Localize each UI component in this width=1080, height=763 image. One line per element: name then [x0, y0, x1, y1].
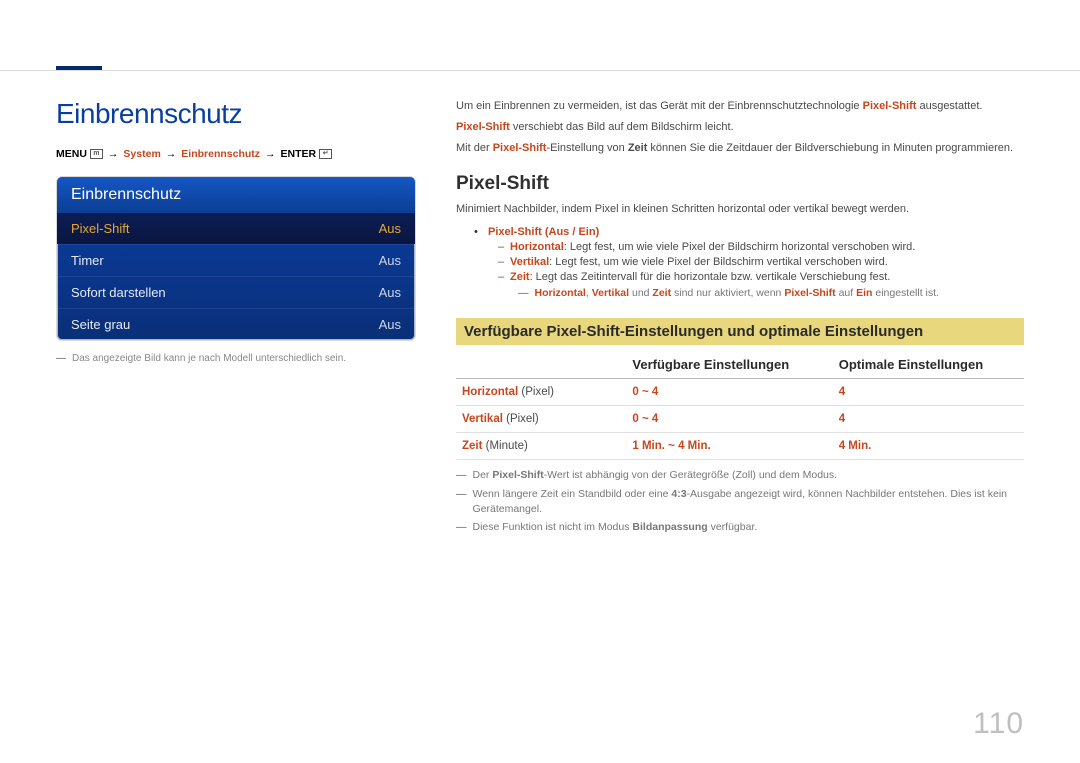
arrow-icon: → — [166, 148, 177, 160]
page-number: 110 — [973, 707, 1024, 741]
table-heading-highlight: Verfügbare Pixel-Shift-Einstellungen und… — [456, 318, 1024, 345]
menu-icon: m — [90, 149, 103, 159]
osd-footnote: ― Das angezeigte Bild kann je nach Model… — [56, 353, 416, 364]
pixel-shift-heading: Pixel-Shift — [456, 173, 1024, 195]
table-row: Horizontal (Pixel) 0 ~ 4 4 — [456, 379, 1024, 406]
osd-row-seite-grau[interactable]: Seite grau Aus — [57, 308, 415, 340]
osd-row-timer[interactable]: Timer Aus — [57, 244, 415, 276]
table-row: Zeit (Minute) 1 Min. ~ 4 Min. 4 Min. — [456, 433, 1024, 460]
header-tab — [56, 66, 102, 70]
sub-zeit: Zeit: Legt das Zeitintervall für die hor… — [498, 271, 1024, 283]
breadcrumb-menu: MENU — [56, 148, 87, 160]
breadcrumb: MENU m → System → Einbrennschutz → ENTER… — [56, 148, 416, 160]
osd-title: Einbrennschutz — [57, 177, 415, 213]
osd-row-value: Aus — [379, 253, 401, 268]
settings-table: Verfügbare Einstellungen Optimale Einste… — [456, 351, 1024, 460]
arrow-icon: → — [108, 148, 119, 160]
sub-horizontal: Horizontal: Legt fest, um wie viele Pixe… — [498, 241, 1024, 253]
osd-row-sofort[interactable]: Sofort darstellen Aus — [57, 276, 415, 308]
osd-row-pixel-shift[interactable]: Pixel-Shift Aus — [57, 213, 415, 244]
arrow-icon: → — [265, 148, 276, 160]
osd-row-label: Seite grau — [71, 317, 130, 332]
osd-panel: Einbrennschutz Pixel-Shift Aus Timer Aus… — [56, 176, 416, 341]
pixel-shift-note: ― Horizontal, Vertikal und Zeit sind nur… — [518, 287, 1024, 299]
osd-row-value: Aus — [379, 221, 401, 236]
section-heading: Einbrennschutz — [56, 98, 416, 130]
osd-row-label: Sofort darstellen — [71, 285, 166, 300]
header-rule — [0, 70, 1080, 71]
breadcrumb-einbrennschutz: Einbrennschutz — [181, 148, 260, 160]
col-optimal: Optimale Einstellungen — [833, 351, 1024, 379]
intro-line-1: Um ein Einbrennen zu vermeiden, ist das … — [456, 98, 1024, 115]
breadcrumb-enter: ENTER — [281, 148, 317, 160]
osd-row-value: Aus — [379, 317, 401, 332]
breadcrumb-system: System — [123, 148, 160, 160]
table-notes: ―Der Pixel-Shift-Wert ist abhängig von d… — [456, 468, 1024, 535]
osd-row-label: Pixel-Shift — [71, 221, 130, 236]
bullet-pixel-shift: Pixel-Shift (Aus / Ein) Horizontal: Legt… — [474, 226, 1024, 299]
table-row: Vertikal (Pixel) 0 ~ 4 4 — [456, 406, 1024, 433]
enter-icon: ↵ — [319, 149, 332, 159]
col-available: Verfügbare Einstellungen — [626, 351, 832, 379]
col-blank — [456, 351, 626, 379]
intro-line-3: Mit der Pixel-Shift-Einstellung von Zeit… — [456, 140, 1024, 157]
osd-row-value: Aus — [379, 285, 401, 300]
sub-vertical: Vertikal: Legt fest, um wie viele Pixel … — [498, 256, 1024, 268]
pixel-shift-desc: Minimiert Nachbilder, indem Pixel in kle… — [456, 201, 1024, 218]
intro-line-2: Pixel-Shift verschiebt das Bild auf dem … — [456, 119, 1024, 136]
osd-row-label: Timer — [71, 253, 104, 268]
